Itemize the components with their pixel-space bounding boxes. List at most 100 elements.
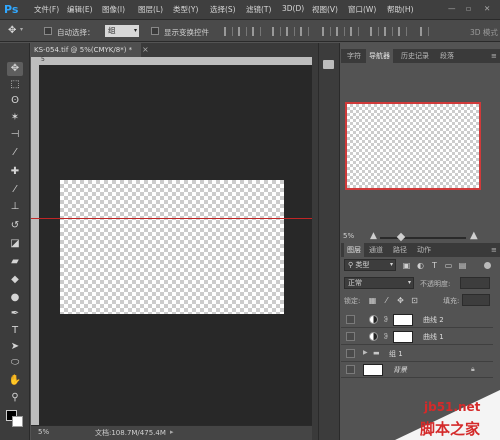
tab-channels[interactable]: 通道 bbox=[366, 243, 386, 257]
zoom-out-icon[interactable]: ▲ bbox=[370, 231, 377, 241]
visibility-toggle-icon[interactable] bbox=[346, 315, 355, 324]
lock-image-icon[interactable]: ⁄ bbox=[382, 296, 391, 305]
eyedropper-tool-icon[interactable]: ⁄ bbox=[7, 146, 23, 160]
horizontal-ruler[interactable]: 5 bbox=[31, 56, 312, 65]
align-top-icon[interactable] bbox=[224, 27, 233, 36]
link-icon[interactable]: ჵ bbox=[384, 331, 390, 343]
menu-view[interactable]: 视图(V) bbox=[312, 4, 338, 15]
menu-edit[interactable]: 编辑(E) bbox=[67, 4, 93, 15]
auto-select-dropdown[interactable]: 组 ▾ bbox=[105, 25, 139, 37]
menu-image[interactable]: 图像(I) bbox=[102, 4, 125, 15]
history-brush-tool-icon[interactable]: ↺ bbox=[7, 219, 23, 233]
tab-paths[interactable]: 路径 bbox=[390, 243, 410, 257]
document-tab[interactable]: KS-054.tif @ 5%(CMYK/8*) * bbox=[31, 43, 141, 57]
distribute-vcenter-icon[interactable] bbox=[336, 27, 345, 36]
tab-navigator[interactable]: 导航器 bbox=[366, 49, 393, 63]
layer-name[interactable]: 背景 bbox=[393, 365, 407, 375]
distribute-hcenter-icon[interactable] bbox=[384, 27, 393, 36]
collapsed-panel-icon[interactable] bbox=[323, 60, 334, 69]
menu-file[interactable]: 文件(F) bbox=[34, 4, 59, 15]
distribute-left-icon[interactable] bbox=[370, 27, 379, 36]
status-menu-arrow-icon[interactable]: ▸ bbox=[170, 428, 174, 436]
align-vcenter-icon[interactable] bbox=[238, 27, 247, 36]
filter-adjustment-icon[interactable]: ◐ bbox=[416, 261, 425, 270]
gradient-tool-icon[interactable]: ▰ bbox=[7, 255, 23, 269]
layer-thumbnail[interactable] bbox=[363, 364, 383, 376]
layer-name[interactable]: 曲线 2 bbox=[423, 315, 444, 325]
layer-row[interactable]: ▶ ▬ 组 1 bbox=[341, 346, 493, 362]
type-tool-icon[interactable]: T bbox=[7, 324, 23, 338]
menu-filter[interactable]: 滤镜(T) bbox=[246, 4, 271, 15]
zoom-level[interactable]: 5% bbox=[38, 428, 49, 436]
blur-tool-icon[interactable]: ◆ bbox=[7, 273, 23, 287]
auto-align-icon[interactable] bbox=[420, 27, 429, 36]
filter-pixel-icon[interactable]: ▣ bbox=[402, 261, 411, 270]
filter-smart-object-icon[interactable]: ▤ bbox=[458, 261, 467, 270]
distribute-bottom-icon[interactable] bbox=[350, 27, 359, 36]
magic-wand-tool-icon[interactable]: ✶ bbox=[7, 111, 23, 125]
filter-toggle-icon[interactable] bbox=[484, 262, 491, 269]
menu-type[interactable]: 类型(Y) bbox=[173, 4, 198, 15]
lock-all-icon[interactable]: ⊡ bbox=[410, 296, 419, 305]
background-color-swatch[interactable] bbox=[12, 416, 23, 427]
layer-row[interactable]: 背景 🔒︎ bbox=[341, 362, 493, 378]
fill-input[interactable] bbox=[462, 294, 490, 306]
layer-name[interactable]: 组 1 bbox=[389, 349, 403, 359]
layer-row[interactable]: ჵ 曲线 1 bbox=[341, 329, 493, 345]
move-tool-icon[interactable]: ✥ bbox=[7, 62, 23, 76]
lasso-tool-icon[interactable]: ʘ bbox=[7, 94, 23, 108]
align-right-icon[interactable] bbox=[300, 27, 309, 36]
distribute-top-icon[interactable] bbox=[322, 27, 331, 36]
document-canvas[interactable] bbox=[60, 180, 284, 314]
restore-icon[interactable]: ▫ bbox=[466, 4, 471, 13]
navigator-zoom-value[interactable]: 5% bbox=[343, 232, 354, 240]
vertical-ruler[interactable] bbox=[31, 65, 39, 425]
clone-stamp-tool-icon[interactable]: ⊥ bbox=[7, 200, 23, 214]
align-left-icon[interactable] bbox=[272, 27, 281, 36]
tool-preset-chevron-icon[interactable]: ▾ bbox=[20, 26, 23, 33]
filter-shape-icon[interactable]: ▭ bbox=[444, 261, 453, 270]
marquee-tool-icon[interactable]: ⬚ bbox=[7, 78, 23, 92]
zoom-tool-icon[interactable]: ⚲ bbox=[7, 391, 23, 405]
healing-brush-tool-icon[interactable]: ✚ bbox=[7, 165, 23, 179]
minimize-icon[interactable]: — bbox=[448, 4, 456, 13]
shape-tool-icon[interactable]: ⬭ bbox=[7, 356, 23, 370]
tab-close-icon[interactable]: × bbox=[142, 43, 149, 57]
eraser-tool-icon[interactable]: ◪ bbox=[7, 237, 23, 251]
align-hcenter-icon[interactable] bbox=[286, 27, 295, 36]
menu-help[interactable]: 帮助(H) bbox=[387, 4, 414, 15]
zoom-in-icon[interactable]: ▲ bbox=[470, 230, 478, 241]
tab-history[interactable]: 历史记录 bbox=[398, 49, 432, 63]
navigator-zoom-slider[interactable] bbox=[380, 237, 466, 239]
pen-tool-icon[interactable]: ✒ bbox=[7, 307, 23, 321]
navigator-thumbnail[interactable] bbox=[345, 102, 481, 190]
expand-group-icon[interactable]: ▶ bbox=[363, 349, 368, 356]
brush-tool-icon[interactable]: ⁄ bbox=[7, 183, 23, 197]
menu-select[interactable]: 选择(S) bbox=[210, 4, 236, 15]
hand-tool-icon[interactable]: ✋ bbox=[7, 374, 23, 388]
layer-row[interactable]: ჵ 曲线 2 bbox=[341, 312, 493, 328]
layer-mask-thumbnail[interactable] bbox=[393, 314, 413, 326]
align-bottom-icon[interactable] bbox=[252, 27, 261, 36]
path-selection-tool-icon[interactable]: ➤ bbox=[7, 340, 23, 354]
tab-character[interactable]: 字符 bbox=[344, 49, 364, 63]
transform-controls-checkbox[interactable] bbox=[151, 27, 159, 35]
layer-name[interactable]: 曲线 1 bbox=[423, 332, 444, 342]
crop-tool-icon[interactable]: ⊣ bbox=[7, 128, 23, 142]
tab-actions[interactable]: 动作 bbox=[414, 243, 434, 257]
menu-window[interactable]: 窗口(W) bbox=[348, 4, 376, 15]
layer-filter-dropdown[interactable]: ⚲ 类型 ▾ bbox=[344, 259, 396, 271]
panel-menu-icon[interactable]: ≡ bbox=[488, 243, 500, 257]
horizontal-guide[interactable] bbox=[31, 218, 312, 219]
link-icon[interactable]: ჵ bbox=[384, 314, 390, 326]
visibility-toggle-icon[interactable] bbox=[346, 349, 355, 358]
move-tool-icon[interactable]: ✥ bbox=[8, 25, 16, 36]
blend-mode-dropdown[interactable]: 正常 ▾ bbox=[344, 277, 414, 289]
tab-paragraph[interactable]: 段落 bbox=[437, 49, 457, 63]
opacity-input[interactable] bbox=[460, 277, 490, 289]
visibility-toggle-icon[interactable] bbox=[346, 332, 355, 341]
lock-transparent-icon[interactable]: ▦ bbox=[368, 296, 377, 305]
menu-3d[interactable]: 3D(D) bbox=[282, 4, 304, 13]
panel-menu-icon[interactable]: ≡ bbox=[488, 49, 500, 63]
auto-select-checkbox[interactable] bbox=[44, 27, 52, 35]
